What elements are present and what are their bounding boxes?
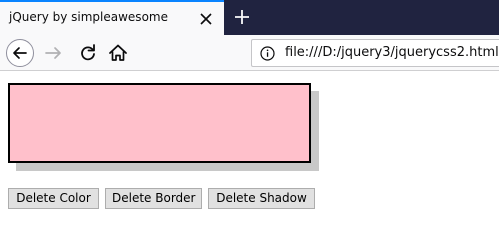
browser-tab[interactable]: jQuery by simpleawesome [0,0,224,35]
address-bar[interactable]: file:///D:/jquery3/jquerycss2.html [251,39,499,67]
styled-box [8,83,311,163]
tab-strip: jQuery by simpleawesome [0,0,499,35]
info-icon[interactable] [260,46,275,61]
reload-icon[interactable] [74,39,102,67]
url-text: file:///D:/jquery3/jquerycss2.html [285,45,499,60]
arrow-right-icon[interactable] [40,39,68,67]
close-icon[interactable] [197,10,215,28]
delete-color-button[interactable]: Delete Color [8,188,99,209]
plus-icon[interactable] [232,7,252,27]
page-content: Delete Color Delete Border Delete Shadow [0,71,499,222]
delete-border-button[interactable]: Delete Border [105,188,202,209]
home-icon[interactable] [104,39,132,67]
arrow-left-icon[interactable] [6,39,34,67]
tab-title: jQuery by simpleawesome [9,10,168,24]
navigation-toolbar: file:///D:/jquery3/jquerycss2.html [0,35,499,71]
delete-shadow-button[interactable]: Delete Shadow [208,188,315,209]
